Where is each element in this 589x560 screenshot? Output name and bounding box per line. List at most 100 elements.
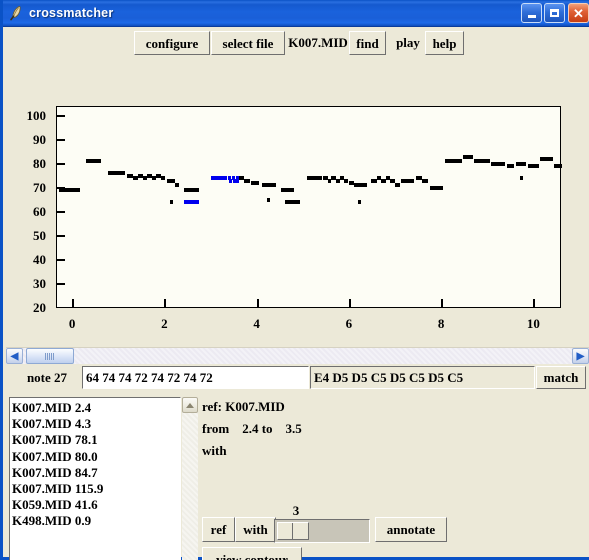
pitch-numbers-input[interactable]: 64 74 74 72 74 72 74 72 <box>82 366 309 389</box>
slider-thumb[interactable] <box>277 522 309 540</box>
y-axis-tick-mark <box>57 234 65 237</box>
triangle-up-icon <box>186 402 194 408</box>
note-bar <box>266 197 270 202</box>
play-button[interactable]: play <box>389 31 427 55</box>
note-bar <box>444 159 462 164</box>
select-file-button[interactable]: select file <box>211 31 285 55</box>
results-list: K007.MID 2.4 K007.MID 4.3 K007.MID 78.1 K00… <box>12 400 180 530</box>
hscroll-thumb[interactable] <box>26 348 74 364</box>
note-bar <box>108 171 126 176</box>
window-title: crossmatcher <box>29 6 114 20</box>
x-axis-tick-mark <box>348 299 351 308</box>
with-button[interactable]: with <box>235 517 276 542</box>
x-axis-tick-label: 6 <box>345 316 353 331</box>
list-item[interactable]: K007.MID 78.1 <box>12 432 180 448</box>
scroll-left-icon[interactable]: ◀ <box>6 348 23 364</box>
current-file-label: K007.MID <box>288 35 348 50</box>
crossmatcher-window: crossmatcher ✕ configure select file K00… <box>0 0 589 560</box>
window-controls: ✕ <box>521 3 589 23</box>
note-bar <box>354 183 368 188</box>
match-button[interactable]: match <box>536 366 586 389</box>
note-bar <box>540 156 553 161</box>
note-bar <box>166 178 175 183</box>
scroll-right-icon[interactable]: ▶ <box>572 348 589 364</box>
note-bar <box>344 178 348 183</box>
selection-info: ref: K007.MID from 2.4 to 3.5 with <box>202 395 588 465</box>
ref-button[interactable]: ref <box>202 517 235 542</box>
note-index-label: note 27 <box>26 369 68 385</box>
note-bar <box>515 161 527 166</box>
note-bar <box>183 188 199 193</box>
list-item[interactable]: K007.MID 80.0 <box>12 449 180 465</box>
find-button[interactable]: find <box>349 31 386 55</box>
matched-note-bar <box>236 178 240 183</box>
window-frame: crossmatcher ✕ configure select file K00… <box>0 0 589 560</box>
close-button[interactable]: ✕ <box>568 3 589 23</box>
plot-hscrollbar[interactable]: ◀ ▶ <box>6 347 589 364</box>
note-bar <box>527 164 539 169</box>
note-bar <box>394 183 400 188</box>
note-row: note 27 64 74 74 72 74 72 74 72 E4 D5 D5… <box>6 364 589 391</box>
title-bar: crossmatcher ✕ <box>3 0 589 27</box>
info-with-line: with <box>202 443 227 458</box>
configure-button[interactable]: configure <box>134 31 210 55</box>
view-contour-button[interactable]: view contour <box>202 547 302 560</box>
note-bar <box>474 159 490 164</box>
plot-area <box>56 106 561 308</box>
note-bar <box>358 200 362 205</box>
y-axis-tick-mark <box>57 114 65 117</box>
results-listbox[interactable]: K007.MID 2.4 K007.MID 4.3 K007.MID 78.1 K00… <box>9 397 181 560</box>
annotate-button[interactable]: annotate <box>375 517 447 542</box>
list-item[interactable]: K059.MID 41.6 <box>12 497 180 513</box>
maximize-button[interactable] <box>544 3 565 23</box>
y-axis-tick-label: 50 <box>33 227 46 243</box>
y-axis-tick-mark <box>57 282 65 285</box>
y-axis-tick-label: 70 <box>33 179 46 195</box>
x-axis-tick-label: 10 <box>526 316 540 331</box>
y-axis-tick-label: 20 <box>33 300 46 315</box>
y-axis-tick-label: 60 <box>33 203 46 219</box>
list-item[interactable]: K498.MID 0.9 <box>12 513 180 529</box>
scroll-up-icon[interactable] <box>182 397 198 413</box>
hscroll-track[interactable] <box>23 348 572 364</box>
note-bar <box>251 180 259 185</box>
contour-plot[interactable]: 20 30 40 50 60 70 80 90 100 0 2 4 6 8 10 <box>6 58 589 347</box>
y-axis-tick-label: 100 <box>26 107 47 123</box>
note-bar <box>506 164 514 169</box>
y-axis-tick-label: 80 <box>33 155 46 171</box>
minimize-button[interactable] <box>521 3 542 23</box>
info-from-line: from 2.4 to 3.5 <box>202 421 302 436</box>
results-vscrollbar[interactable] <box>182 397 198 560</box>
list-item[interactable]: K007.MID 4.3 <box>12 416 180 432</box>
close-icon: ✕ <box>573 5 584 21</box>
list-item[interactable]: K007.MID 115.9 <box>12 481 180 497</box>
y-axis-tick-mark <box>57 258 65 261</box>
y-axis-tick-mark <box>57 138 65 141</box>
note-bar <box>285 200 301 205</box>
x-axis-tick-label: 2 <box>161 316 168 331</box>
list-item[interactable]: K007.MID 2.4 <box>12 400 180 416</box>
x-axis-tick-label: 0 <box>68 316 76 331</box>
note-bar <box>520 176 524 181</box>
toolbar: configure select file K007.MID find play… <box>6 27 589 58</box>
list-item[interactable]: K007.MID 84.7 <box>12 465 180 481</box>
note-bar <box>243 178 250 183</box>
note-bar <box>463 154 474 159</box>
feather-icon <box>8 5 24 21</box>
threshold-slider[interactable] <box>274 519 370 543</box>
pitch-names-input[interactable]: E4 D5 D5 C5 D5 C5 D5 C5 <box>310 366 535 389</box>
y-axis-tick-label: 90 <box>33 131 46 147</box>
minimize-icon <box>527 14 536 18</box>
x-axis-tick-mark <box>72 299 75 308</box>
matched-note-bar <box>211 176 227 181</box>
bottom-panel: K007.MID 2.4 K007.MID 4.3 K007.MID 78.1 K00… <box>6 391 589 560</box>
x-axis-tick-mark <box>441 299 444 308</box>
note-bar <box>262 183 276 188</box>
x-axis-tick-label: 4 <box>253 316 260 331</box>
help-button[interactable]: help <box>425 31 464 55</box>
note-bar <box>169 200 173 205</box>
slider-value-label: 3 <box>292 503 300 518</box>
matched-note-bar <box>183 200 199 205</box>
note-bar <box>161 176 166 181</box>
note-bar <box>421 178 429 183</box>
